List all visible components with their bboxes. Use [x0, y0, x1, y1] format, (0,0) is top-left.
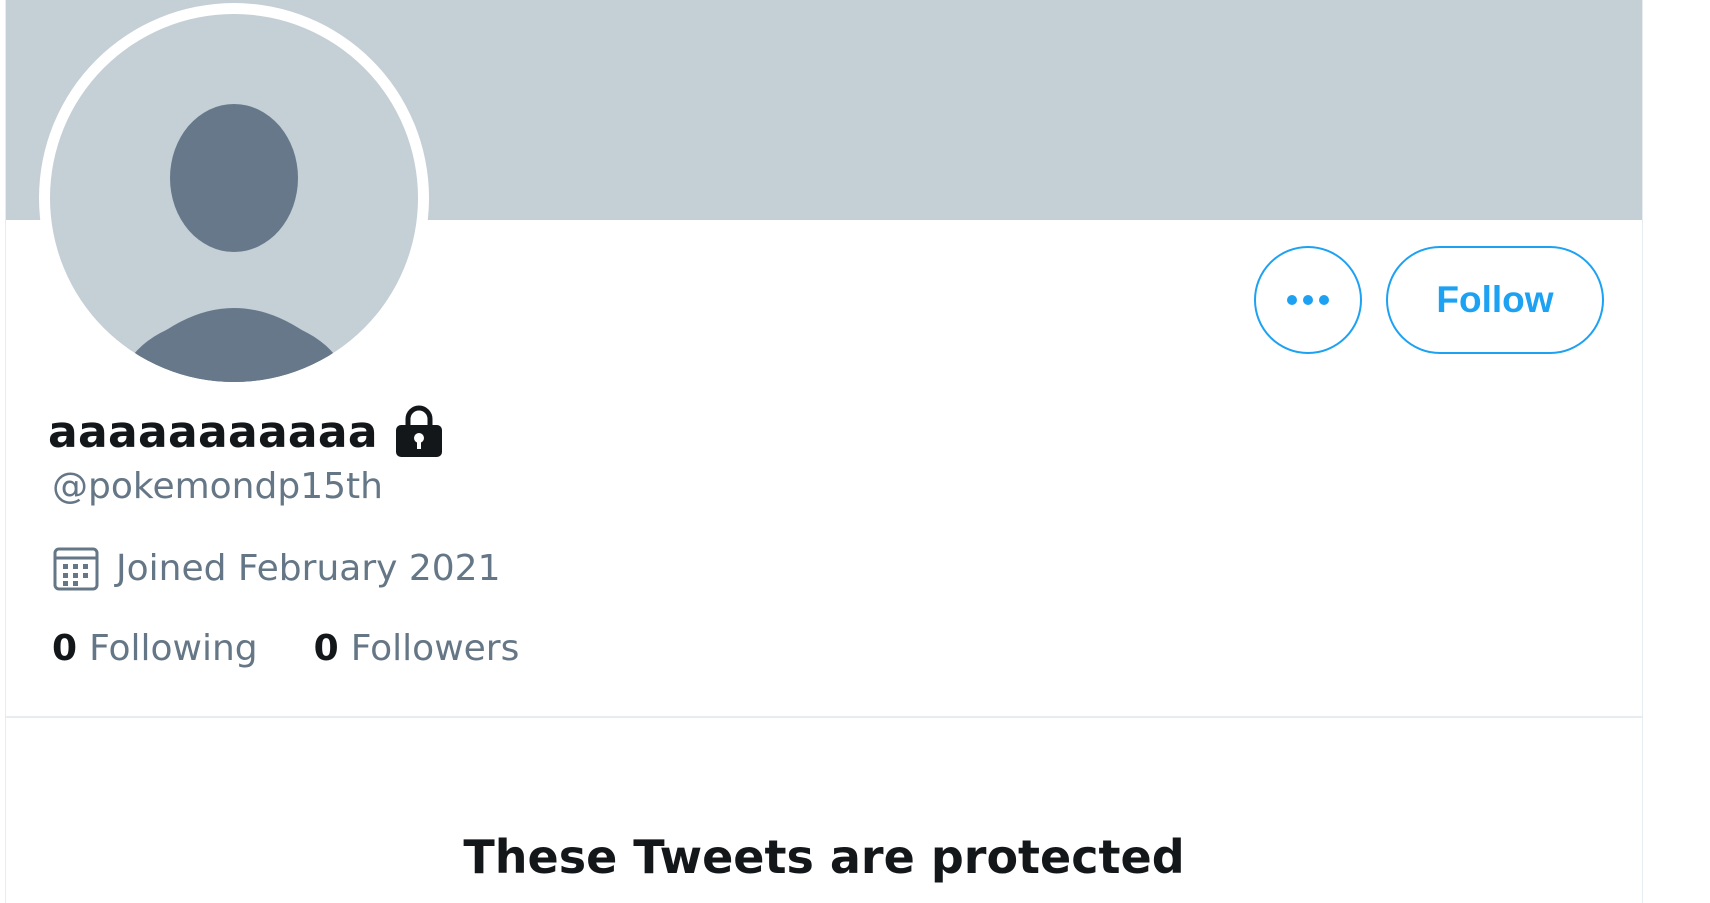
joined-date: Joined February 2021: [116, 547, 501, 589]
follow-stats: 0 Following 0 Followers: [52, 620, 519, 676]
following-count: 0: [52, 627, 78, 669]
display-name: aaaaaaaaaaa: [48, 406, 378, 458]
followers-count: 0: [313, 627, 339, 669]
display-name-row: aaaaaaaaaaa: [48, 400, 448, 464]
following-label: Following: [89, 627, 258, 669]
protected-tweets-title: These Tweets are protected: [463, 830, 1185, 884]
joined-date-row: Joined February 2021: [52, 540, 501, 596]
profile-page: Follow aaaaaaaaaaa @pokemondp15th Joined…: [0, 0, 1710, 903]
avatar[interactable]: [39, 3, 429, 393]
calendar-icon: [53, 547, 99, 591]
following-link[interactable]: 0 Following: [52, 628, 258, 669]
profile-column: Follow aaaaaaaaaaa @pokemondp15th Joined…: [5, 0, 1643, 903]
lock-icon: [395, 405, 442, 457]
followers-link[interactable]: 0 Followers: [314, 628, 520, 669]
avatar-image: [50, 14, 418, 382]
follow-button[interactable]: Follow: [1386, 246, 1604, 354]
followers-label: Followers: [350, 627, 520, 669]
default-avatar-icon: [110, 104, 358, 382]
more-dots-icon: [1287, 295, 1329, 305]
section-divider: [6, 716, 1642, 718]
user-handle: @pokemondp15th: [52, 466, 383, 507]
more-options-button[interactable]: [1254, 246, 1362, 354]
